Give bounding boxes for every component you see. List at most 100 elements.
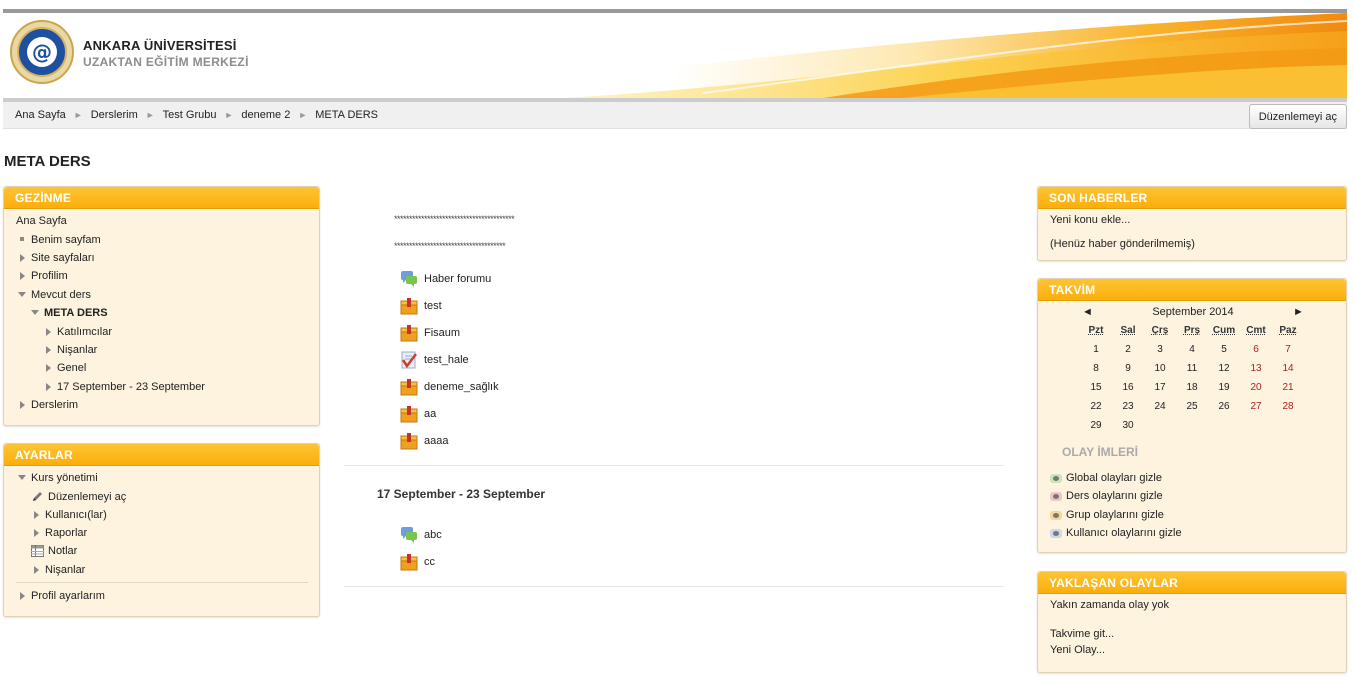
calendar-next-icon[interactable]: ► [1293, 306, 1304, 318]
calendar-day: 16 [1122, 382, 1134, 393]
calendar-day: 8 [1093, 363, 1099, 374]
calendar-day-header: Paz [1279, 325, 1297, 336]
nav-current-course[interactable]: Mevcut ders [18, 289, 91, 301]
nav-current-course-label: Mevcut ders [31, 289, 91, 301]
settings-badges[interactable]: Nişanlar [34, 564, 85, 576]
eye-icon [1050, 473, 1062, 483]
breadcrumb: Ana Sayfa ► Derslerim ► Test Grubu ► den… [15, 109, 378, 121]
calendar-day [1176, 416, 1208, 435]
calendar-block-title: TAKVİM [1038, 279, 1346, 301]
breadcrumb-my-courses[interactable]: Derslerim [91, 109, 138, 121]
nav-course[interactable]: META DERS [31, 307, 108, 319]
calendar-grid: Pzt Sal Çrş Prş Cum Cmt Paz 1 2 3 4 5 6 … [1080, 321, 1304, 435]
activity-item[interactable]: Fisaum [400, 324, 460, 342]
activity-link[interactable]: deneme_sağlık [424, 381, 499, 393]
breadcrumb-deneme2[interactable]: deneme 2 [241, 109, 290, 121]
upcoming-events-title: YAKLAŞAN OLAYLAR [1038, 572, 1346, 594]
breadcrumb-test-group[interactable]: Test Grubu [163, 109, 217, 121]
activity-link[interactable]: Fisaum [424, 327, 460, 339]
activity-item[interactable]: cc [400, 553, 435, 571]
calendar-day: 5 [1221, 344, 1227, 355]
calendar-day-weekend [1240, 416, 1272, 435]
navigation-block-title: GEZİNME [4, 187, 319, 209]
activity-link[interactable]: test_hale [424, 354, 469, 366]
expand-arrow-icon [46, 383, 51, 391]
expand-arrow-icon [34, 566, 39, 574]
calendar-day: 3 [1157, 344, 1163, 355]
calendar-day-weekend: 14 [1282, 363, 1294, 374]
settings-divider [16, 582, 308, 583]
site-subtitle: UZAKTAN EĞİTİM MERKEZİ [83, 55, 249, 69]
calendar-day-header: Sal [1120, 325, 1136, 336]
settings-turn-editing-on-link[interactable]: Düzenlemeyi aç [48, 491, 126, 503]
nav-my-courses-label: Derslerim [31, 399, 79, 411]
activity-item[interactable]: test_hale [400, 351, 469, 369]
settings-reports[interactable]: Raporlar [34, 527, 87, 539]
calendar-day-header: Prş [1183, 325, 1201, 336]
activity-item[interactable]: aa [400, 405, 436, 423]
goto-calendar-link[interactable]: Takvime git... [1050, 628, 1114, 640]
summary-stars-line-2: ************************************* [394, 241, 506, 251]
nav-site-pages[interactable]: Site sayfaları [20, 252, 95, 264]
event-key-course[interactable]: Ders olaylarını gizle [1050, 490, 1163, 502]
activity-item[interactable]: aaaa [400, 432, 448, 450]
nav-week-label: 17 September - 23 September [57, 381, 205, 393]
settings-profile-settings[interactable]: Profil ayarlarım [20, 590, 105, 602]
calendar-block: TAKVİM ◄ September 2014 ► Pzt Sal Çrş Pr… [1037, 278, 1347, 553]
calendar-day: 23 [1122, 401, 1134, 412]
turn-editing-on-button[interactable]: Düzenlemeyi aç [1248, 104, 1347, 129]
new-event-link[interactable]: Yeni Olay... [1050, 644, 1105, 656]
calendar-day: 22 [1090, 401, 1102, 412]
calendar-day: 10 [1154, 363, 1166, 374]
nav-week[interactable]: 17 September - 23 September [46, 381, 205, 393]
nav-participants[interactable]: Katılımcılar [46, 326, 112, 338]
expand-arrow-icon [46, 364, 51, 372]
nav-general-label: Genel [57, 362, 87, 374]
upcoming-events-block: YAKLAŞAN OLAYLAR Yakın zamanda olay yok … [1037, 571, 1347, 673]
breadcrumb-current[interactable]: META DERS [315, 109, 378, 121]
event-key-user[interactable]: Kullanıcı olaylarını gizle [1050, 527, 1182, 539]
pencil-icon [33, 492, 42, 501]
nav-my-courses[interactable]: Derslerim [20, 399, 78, 411]
news-block: SON HABERLER Yeni konu ekle... (Henüz ha… [1037, 186, 1347, 261]
settings-course-admin-label: Kurs yönetimi [31, 472, 98, 484]
calendar-day: 29 [1090, 420, 1102, 431]
calendar-day: 9 [1125, 363, 1131, 374]
expand-arrow-icon [46, 346, 51, 354]
section-divider [344, 465, 1004, 466]
eye-icon [1050, 528, 1062, 538]
activity-link[interactable]: test [424, 300, 442, 312]
assignment-icon [401, 351, 417, 369]
activity-item[interactable]: abc [400, 526, 442, 544]
activity-link[interactable]: aa [424, 408, 436, 420]
activity-item[interactable]: Haber forumu [400, 270, 491, 288]
activity-item[interactable]: test [400, 297, 442, 315]
nav-badges-label: Nişanlar [57, 344, 98, 356]
settings-users[interactable]: Kullanıcı(lar) [34, 509, 107, 521]
breadcrumb-separator-icon: ► [224, 110, 234, 120]
event-key-global[interactable]: Global olayları gizle [1050, 472, 1162, 484]
activity-link[interactable]: Haber forumu [424, 273, 491, 285]
calendar-day: 25 [1186, 401, 1198, 412]
settings-course-admin[interactable]: Kurs yönetimi [18, 472, 98, 484]
event-key-group[interactable]: Grup olaylarını gizle [1050, 509, 1164, 521]
activity-link[interactable]: aaaa [424, 435, 448, 447]
calendar-day: 2 [1125, 344, 1131, 355]
nav-general[interactable]: Genel [46, 362, 86, 374]
calendar-day-header: Çrş [1151, 325, 1169, 336]
nav-badges[interactable]: Nişanlar [46, 344, 97, 356]
nav-home-link[interactable]: Ana Sayfa [16, 215, 67, 227]
activity-link[interactable]: cc [424, 556, 435, 568]
calendar-day-weekend: 21 [1282, 382, 1294, 393]
activity-link[interactable]: abc [424, 529, 442, 541]
nav-my-home-link[interactable]: Benim sayfam [31, 234, 101, 246]
settings-grades-link[interactable]: Notlar [48, 545, 77, 557]
activity-item[interactable]: deneme_sağlık [400, 378, 499, 396]
package-icon [400, 554, 418, 571]
nav-profile[interactable]: Profilim [20, 270, 68, 282]
add-news-topic-link[interactable]: Yeni konu ekle... [1050, 214, 1130, 226]
news-empty-text: (Henüz haber gönderilmemiş) [1050, 238, 1195, 250]
breadcrumb-home[interactable]: Ana Sayfa [15, 109, 66, 121]
package-icon [400, 325, 418, 342]
grades-table-icon [31, 545, 44, 557]
